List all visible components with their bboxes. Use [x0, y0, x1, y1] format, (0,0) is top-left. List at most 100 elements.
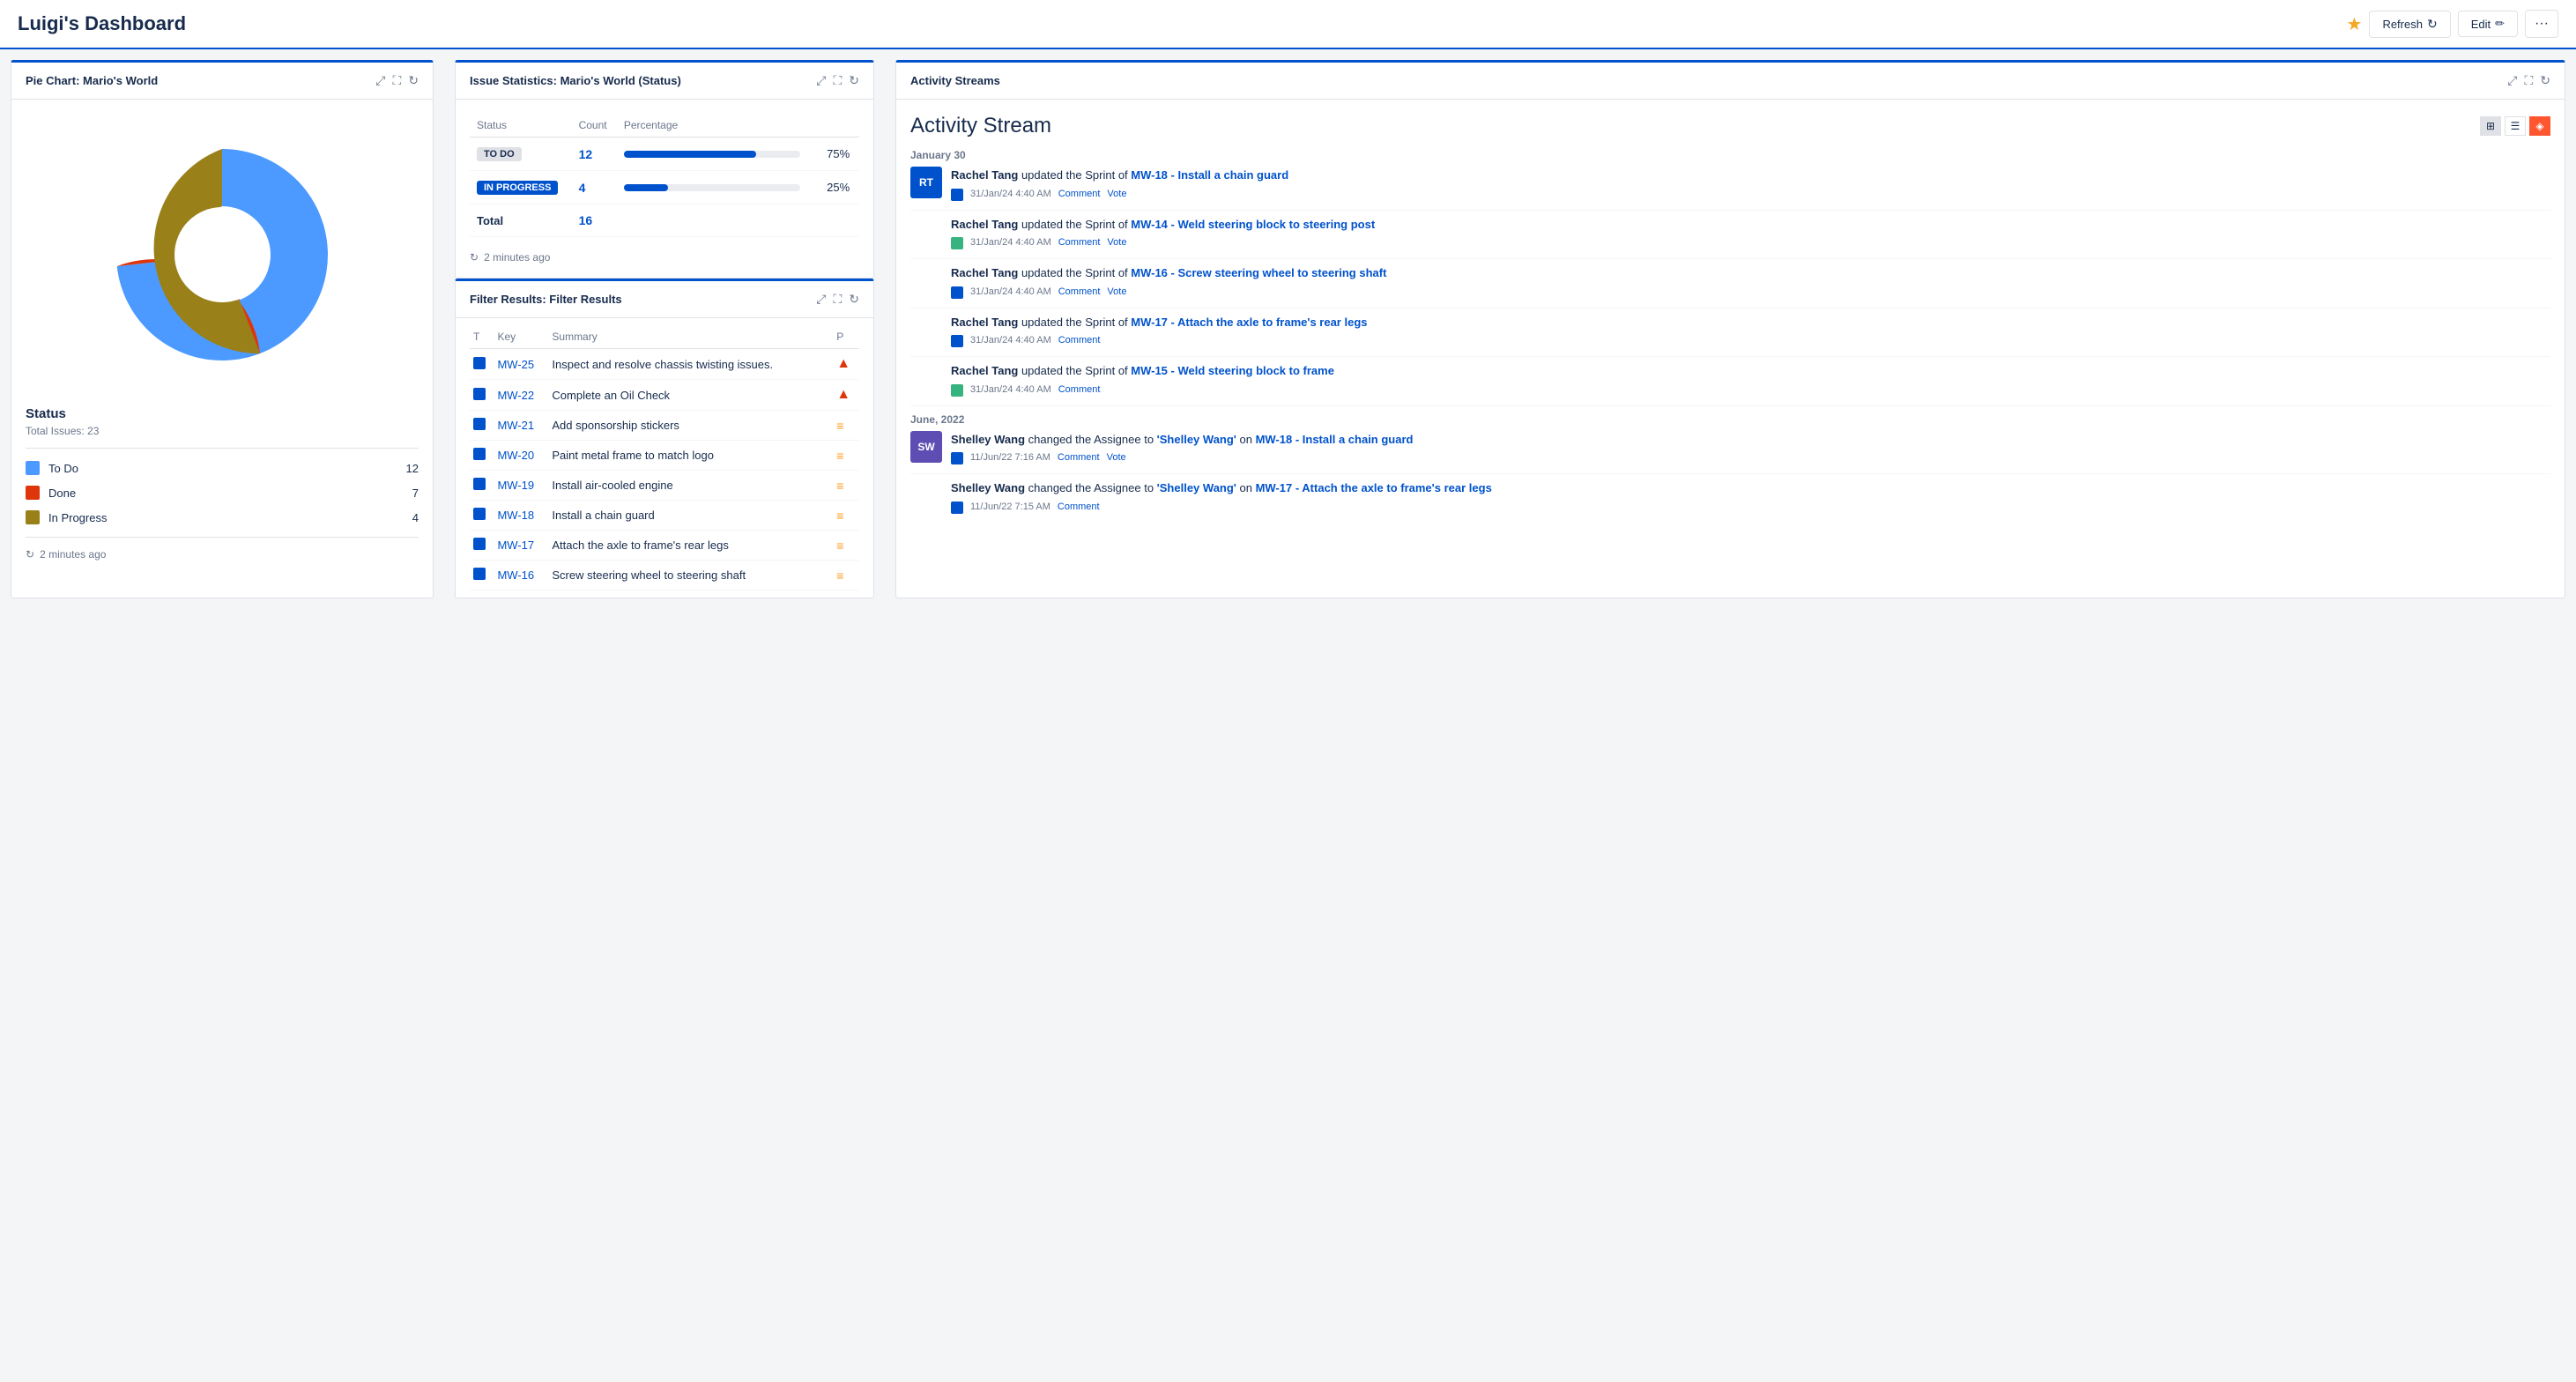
stats-col-count: Count	[572, 114, 617, 137]
task-type-icon	[473, 448, 486, 460]
refresh-panel-icon[interactable]: ↻	[408, 73, 419, 88]
refresh-time-icon: ↻	[26, 548, 34, 561]
comment-link[interactable]: Comment	[1058, 335, 1101, 346]
story-icon	[951, 384, 963, 397]
vote-link[interactable]: Vote	[1107, 237, 1126, 248]
stats-panel-body: Status Count Percentage TO DO 12	[456, 100, 873, 278]
pie-legend: Status Total Issues: 23 To Do 12 Done 7 …	[26, 406, 419, 538]
filter-summary: Add sponsorship stickers	[548, 411, 833, 441]
activity-item: Rachel Tang updated the Sprint of MW-17 …	[910, 314, 2550, 348]
collapse-icon[interactable]: ⤢	[375, 73, 385, 88]
page-title: Luigi's Dashboard	[18, 12, 186, 35]
filter-col-type: T	[470, 325, 494, 349]
refresh-label: Refresh	[2382, 18, 2423, 31]
comment-link[interactable]: Comment	[1058, 286, 1101, 297]
activity-meta: 31/Jan/24 4:40 AM Comment Vote	[951, 187, 2550, 201]
vote-link[interactable]: Vote	[1107, 286, 1126, 297]
priority-icon-med: ≡	[836, 539, 843, 553]
filter-refresh-icon[interactable]: ↻	[849, 292, 859, 307]
legend-subtitle: Total Issues: 23	[26, 425, 419, 437]
legend-divider-bottom	[26, 537, 419, 538]
stats-total-pct-empty	[820, 204, 859, 237]
filter-table: T Key Summary P MW-25 Inspect and resolv…	[470, 325, 859, 591]
filter-summary: Paint metal frame to match logo	[548, 441, 833, 471]
priority-icon-med: ≡	[836, 479, 843, 493]
activity-panel-title: Activity Streams	[910, 74, 1000, 87]
filter-collapse-icon[interactable]: ⤢	[816, 292, 826, 307]
date-group-jan: January 30	[910, 149, 2550, 161]
expand-icon[interactable]: ⛶	[392, 73, 401, 88]
favorite-icon[interactable]: ★	[2347, 13, 2363, 35]
legend-count-done: 7	[412, 487, 419, 500]
activity-item: Shelley Wang changed the Assignee to 'Sh…	[910, 479, 2550, 514]
filter-row: MW-19 Install air-cooled engine ≡	[470, 471, 859, 501]
activity-content: Rachel Tang updated the Sprint of MW-15 …	[951, 362, 2550, 397]
legend-item-inprogress: In Progress 4	[26, 505, 419, 530]
filter-key[interactable]: MW-21	[497, 419, 534, 432]
comment-link[interactable]: Comment	[1058, 452, 1100, 463]
stats-collapse-icon[interactable]: ⤢	[816, 73, 826, 88]
activity-text: Rachel Tang updated the Sprint of MW-16 …	[951, 264, 2550, 282]
pie-center	[174, 207, 270, 302]
activity-refresh-icon[interactable]: ↻	[2540, 73, 2550, 88]
legend-item-todo: To Do 12	[26, 456, 419, 480]
filter-summary: Install a chain guard	[548, 501, 833, 531]
activity-collapse-icon[interactable]: ⤢	[2507, 73, 2517, 88]
comment-link[interactable]: Comment	[1058, 384, 1101, 395]
task-type-icon	[473, 357, 486, 369]
activity-content: Rachel Tang updated the Sprint of MW-16 …	[951, 264, 2550, 299]
filter-row: MW-16 Screw steering wheel to steering s…	[470, 561, 859, 591]
comment-link[interactable]: Comment	[1058, 189, 1101, 199]
view-list-icon[interactable]: ☰	[2505, 116, 2526, 136]
task-icon	[951, 452, 963, 464]
activity-item: SW Shelley Wang changed the Assignee to …	[910, 431, 2550, 465]
activity-content: Rachel Tang updated the Sprint of MW-18 …	[951, 167, 2550, 201]
legend-label-todo: To Do	[48, 462, 406, 475]
filter-key[interactable]: MW-20	[497, 449, 534, 462]
stats-refresh-icon[interactable]: ↻	[849, 73, 859, 88]
filter-expand-icon[interactable]: ⛶	[833, 292, 842, 307]
edit-label: Edit	[2471, 18, 2491, 31]
filter-row: MW-17 Attach the axle to frame's rear le…	[470, 531, 859, 561]
stats-status-todo: TO DO	[470, 137, 572, 171]
legend-title: Status	[26, 406, 419, 421]
view-grid-icon[interactable]: ⊞	[2480, 116, 2501, 136]
stats-expand-icon[interactable]: ⛶	[833, 73, 842, 88]
stats-panel: Issue Statistics: Mario's World (Status)…	[455, 60, 874, 279]
activity-title-row: Activity Stream ⊞ ☰ ◈	[910, 114, 2550, 138]
legend-label-done: Done	[48, 487, 412, 500]
refresh-button[interactable]: Refresh ↻	[2369, 11, 2450, 38]
filter-key[interactable]: MW-25	[497, 358, 534, 371]
more-button[interactable]: ···	[2525, 10, 2558, 38]
comment-link[interactable]: Comment	[1058, 502, 1100, 512]
filter-key[interactable]: MW-18	[497, 509, 534, 522]
filter-row: MW-20 Paint metal frame to match logo ≡	[470, 441, 859, 471]
pie-chart-body: Status Total Issues: 23 To Do 12 Done 7 …	[11, 100, 433, 598]
edit-icon: ✏	[2495, 17, 2505, 31]
pie-chart-panel-icons: ⤢ ⛶ ↻	[375, 73, 419, 88]
refresh-time-label: 2 minutes ago	[40, 548, 106, 561]
activity-content: Shelley Wang changed the Assignee to 'Sh…	[951, 431, 2550, 465]
activity-stream-title: Activity Stream	[910, 114, 1051, 138]
filter-panel-body: T Key Summary P MW-25 Inspect and resolv…	[456, 318, 873, 598]
filter-panel-title: Filter Results: Filter Results	[470, 293, 622, 306]
priority-icon-med: ≡	[836, 449, 843, 463]
comment-link[interactable]: Comment	[1058, 237, 1101, 248]
edit-button[interactable]: Edit ✏	[2458, 11, 2518, 37]
filter-panel-header: Filter Results: Filter Results ⤢ ⛶ ↻	[456, 281, 873, 318]
priority-icon-med: ≡	[836, 568, 843, 583]
filter-key[interactable]: MW-16	[497, 568, 534, 582]
filter-key[interactable]: MW-17	[497, 539, 534, 552]
activity-meta: 31/Jan/24 4:40 AM Comment Vote	[951, 285, 2550, 299]
activity-expand-icon[interactable]: ⛶	[2524, 73, 2533, 88]
vote-link[interactable]: Vote	[1107, 189, 1126, 199]
legend-color-inprogress	[26, 510, 40, 524]
filter-key[interactable]: MW-19	[497, 479, 534, 492]
vote-link[interactable]: Vote	[1107, 452, 1126, 463]
filter-key[interactable]: MW-22	[497, 389, 534, 402]
filter-row: MW-21 Add sponsorship stickers ≡	[470, 411, 859, 441]
stats-total-count: 16	[572, 204, 617, 237]
activity-panel: Activity Streams ⤢ ⛶ ↻ Activity Stream ⊞…	[895, 60, 2565, 598]
story-icon	[951, 237, 963, 249]
rss-icon[interactable]: ◈	[2529, 116, 2550, 136]
